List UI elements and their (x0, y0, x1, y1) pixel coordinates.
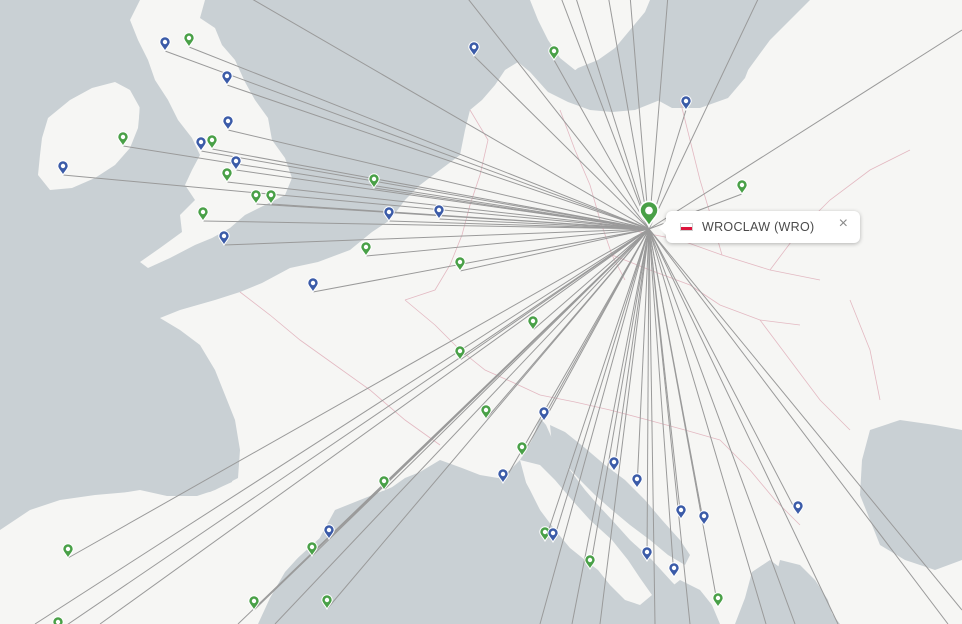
map-pin-center (457, 348, 463, 354)
destination-marker-32[interactable] (218, 230, 230, 247)
map-pin-center (253, 192, 259, 198)
map-pin-center (701, 513, 707, 519)
map-pin-center (310, 280, 316, 286)
map-pin-center (224, 73, 230, 79)
map-pin-center (268, 192, 274, 198)
destination-marker-25[interactable] (52, 616, 64, 624)
map-pin-center (611, 459, 617, 465)
map-pin-center (198, 139, 204, 145)
map-canvas[interactable] (0, 0, 962, 624)
map-pin-center (186, 35, 192, 41)
map-pin-center (55, 619, 61, 624)
map-pin-center (541, 409, 547, 415)
poland-flag-icon (680, 223, 693, 231)
map-pin-center (483, 407, 489, 413)
map-pin-center (715, 595, 721, 601)
map-pin-center (221, 233, 227, 239)
map-pin-center (120, 134, 126, 140)
map-pin-center (519, 444, 525, 450)
map-pin-center (471, 44, 477, 50)
map-pin-center (587, 557, 593, 563)
map-pin-center (209, 137, 215, 143)
map-pin-center (65, 546, 71, 552)
airport-name-label: WROCLAW (WRO) (702, 220, 815, 234)
map-pin-center (251, 598, 257, 604)
destination-marker-46[interactable] (641, 546, 653, 563)
close-popup-button[interactable]: × (839, 216, 848, 232)
map-pin-center (436, 207, 442, 213)
map-pin-center (644, 549, 650, 555)
destination-marker-11[interactable] (548, 45, 560, 62)
map-pin-center (530, 318, 536, 324)
route-map[interactable]: WROCLAW (WRO) × (0, 0, 962, 624)
map-pin-center (60, 163, 66, 169)
airport-popup: WROCLAW (WRO) × (659, 211, 860, 243)
map-pin-center (645, 206, 653, 215)
map-pin-center (500, 471, 506, 477)
map-pin-center (363, 244, 369, 250)
map-pin-center (550, 530, 556, 536)
map-pin-center (162, 39, 168, 45)
map-pin-center (795, 503, 801, 509)
map-pin-center (457, 259, 463, 265)
map-pin-center (542, 529, 548, 535)
map-pin-center (678, 507, 684, 513)
map-pin-center (381, 478, 387, 484)
map-pin-center (309, 544, 315, 550)
map-pin-center (386, 209, 392, 215)
destination-marker-36[interactable] (468, 41, 480, 58)
map-pin-center (326, 527, 332, 533)
map-pin-center (371, 176, 377, 182)
map-pin-center (634, 476, 640, 482)
map-pin-center (683, 98, 689, 104)
map-pin-center (671, 565, 677, 571)
destination-marker-22[interactable] (584, 554, 596, 571)
map-pin-center (200, 209, 206, 215)
map-pin-center (324, 597, 330, 603)
map-pin-center (225, 118, 231, 124)
map-pin-center (224, 170, 230, 176)
map-pin-center (551, 48, 557, 54)
map-pin-center (233, 158, 239, 164)
map-pin-center (739, 182, 745, 188)
